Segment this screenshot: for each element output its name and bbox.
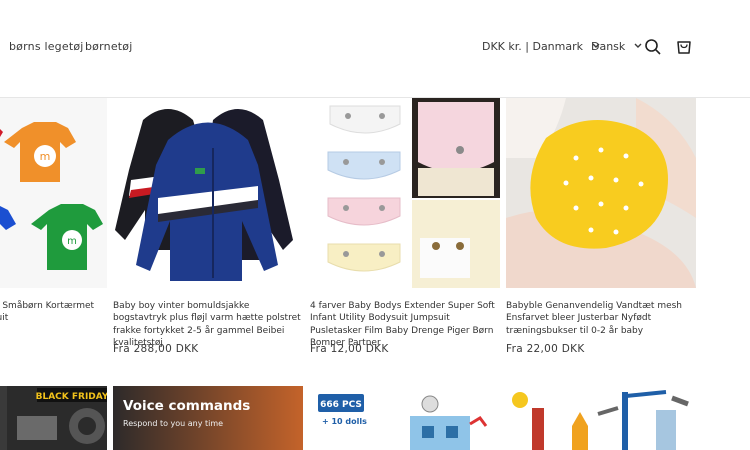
pcs-badge: 666 PCS [320, 400, 362, 410]
product-price: Fra 12,00 DKK [310, 343, 389, 355]
product-image[interactable] [506, 98, 696, 288]
currency-label: DKK kr. | Danmark [482, 40, 584, 53]
voice-commands-title: Voice commands [123, 398, 250, 414]
svg-text:m: m [67, 236, 77, 247]
product-image[interactable]: Voice commands Respond to you any time [113, 386, 303, 450]
product-image[interactable] [310, 98, 500, 288]
product-grid: m m m ensfarvet mode til Småbørn Kortærm… [0, 98, 750, 450]
nav-link-kids-toys[interactable]: børns legetøj [9, 40, 84, 53]
voice-commands-subtitle: Respond to you any time [123, 419, 223, 428]
cart-icon[interactable] [675, 38, 693, 56]
svg-text:m: m [40, 150, 51, 163]
product-image[interactable]: 666 PCS + 10 dolls [310, 386, 500, 450]
language-selector[interactable]: Dansk [591, 40, 642, 53]
product-image[interactable]: m m m [0, 98, 107, 288]
currency-selector[interactable]: DKK kr. | Danmark [482, 40, 600, 53]
product-title[interactable]: Babyble Genanvendelig Vandtæt mesh Ensfa… [506, 300, 696, 337]
product-image[interactable] [113, 98, 303, 288]
product-price: Fra 22,00 DKK [506, 343, 585, 355]
black-friday-banner: BLACK FRIDAY [36, 392, 107, 402]
site-header: børns legetøj børnetøj DKK kr. | Danmark… [0, 0, 750, 98]
product-title[interactable]: ensfarvet mode til Småbørn Kortærmet Pig… [0, 300, 107, 325]
language-label: Dansk [591, 40, 626, 53]
search-icon[interactable] [644, 38, 662, 56]
chevron-down-icon [634, 43, 642, 48]
product-image[interactable]: BLACK FRIDAY [0, 386, 107, 450]
nav-link-kids-clothing[interactable]: børnetøj [85, 40, 132, 53]
product-image[interactable] [506, 386, 696, 450]
product-price: Fra 288,00 DKK [113, 343, 199, 355]
dolls-label: + 10 dolls [322, 417, 367, 426]
